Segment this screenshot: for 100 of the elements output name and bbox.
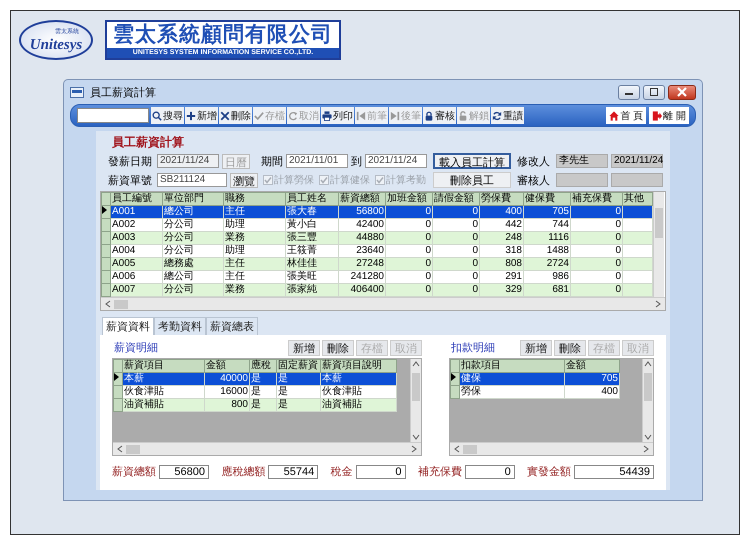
table-cell: 業務 bbox=[224, 232, 286, 244]
home-button[interactable]: 首 頁 bbox=[606, 107, 646, 124]
date-field[interactable]: 2021/11/01 bbox=[286, 154, 348, 168]
search-button[interactable]: 搜尋 bbox=[151, 107, 184, 124]
table-cell: 241280 bbox=[338, 270, 386, 284]
scroll-up-icon[interactable] bbox=[412, 361, 420, 367]
column-header[interactable]: 薪資總額 bbox=[338, 192, 386, 206]
maximize-icon bbox=[649, 88, 659, 96]
browse-button[interactable]: 瀏覽 bbox=[230, 172, 258, 188]
x-icon bbox=[220, 110, 230, 120]
table-cell: 0 bbox=[570, 258, 622, 270]
column-header[interactable]: 金額 bbox=[564, 360, 620, 372]
tab[interactable]: 薪資總表 bbox=[206, 317, 258, 335]
column-header[interactable]: 固定薪資 bbox=[276, 360, 320, 372]
column-header[interactable]: 加班金額 bbox=[386, 192, 432, 206]
date-field[interactable]: 2021/11/24 bbox=[365, 154, 427, 168]
salary-grid[interactable]: 薪資項目 金額 應稅 固定薪資 薪資項目說明 本薪 40000 是 是 本薪 伙食津貼 16000 是 是 伙食津貼 油資補貼 800 是 是 油資補貼 bbox=[112, 358, 422, 456]
table-cell: 張大春 bbox=[286, 206, 338, 218]
scroll-thumb[interactable] bbox=[114, 300, 128, 308]
table-cell: 張美旺 bbox=[286, 270, 338, 284]
table-cell: 業務 bbox=[224, 284, 286, 296]
checkbox[interactable] bbox=[375, 175, 385, 185]
exit-door-icon bbox=[652, 110, 662, 120]
table-cell: A004 bbox=[110, 244, 162, 258]
total-field: 54439 bbox=[574, 464, 654, 478]
table-cell: 291 bbox=[480, 270, 524, 284]
scroll-down-icon[interactable] bbox=[412, 434, 420, 440]
reload-button[interactable]: 重讀 bbox=[491, 107, 524, 124]
scroll-up-icon[interactable] bbox=[644, 361, 652, 367]
table-cell: 56800 bbox=[338, 206, 386, 218]
column-header[interactable]: 薪資項目 bbox=[122, 360, 204, 372]
scroll-left-icon[interactable] bbox=[105, 300, 111, 308]
vertical-scrollbar[interactable] bbox=[642, 359, 653, 442]
slip-number-field[interactable]: SB211124 bbox=[157, 173, 227, 187]
table-cell: 分公司 bbox=[162, 232, 224, 244]
scroll-left-icon[interactable] bbox=[117, 445, 123, 453]
horizontal-scrollbar[interactable] bbox=[113, 442, 421, 455]
table-cell: 油資補貼 bbox=[122, 398, 204, 412]
vertical-scrollbar[interactable] bbox=[653, 192, 664, 297]
lock-button[interactable]: 審核 bbox=[423, 107, 456, 124]
table-cell: 是 bbox=[276, 398, 320, 412]
table-cell: 808 bbox=[480, 258, 524, 270]
column-header[interactable]: 扣款項目 bbox=[460, 360, 564, 372]
date-field[interactable]: 2021/11/24 bbox=[157, 154, 219, 168]
close-button[interactable] bbox=[668, 84, 696, 100]
checkbox[interactable] bbox=[319, 175, 329, 185]
minimize-button[interactable] bbox=[618, 84, 640, 100]
exit-button[interactable]: 離 開 bbox=[649, 107, 689, 124]
scroll-right-icon[interactable] bbox=[655, 300, 661, 308]
table-cell: 744 bbox=[524, 218, 570, 232]
row-pointer-icon bbox=[114, 373, 119, 381]
column-header[interactable]: 其他 bbox=[622, 192, 652, 206]
print-button[interactable]: 列印 bbox=[321, 107, 354, 124]
employee-grid[interactable] bbox=[100, 191, 666, 311]
column-header[interactable]: 補充保費 bbox=[570, 192, 622, 206]
delete-button[interactable]: 刪除 bbox=[219, 107, 252, 124]
column-header[interactable]: 健保費 bbox=[524, 192, 570, 206]
checkbox[interactable] bbox=[263, 175, 273, 185]
column-header[interactable]: 職務 bbox=[224, 192, 286, 206]
scroll-left-icon[interactable] bbox=[454, 445, 460, 453]
column-header[interactable]: 金額 bbox=[204, 360, 250, 372]
field-label: 薪資單號 bbox=[108, 174, 153, 188]
scroll-thumb[interactable] bbox=[126, 444, 140, 454]
grid-action-button[interactable]: 新增 bbox=[288, 340, 320, 356]
horizontal-scrollbar[interactable] bbox=[450, 442, 653, 455]
tab[interactable]: 考勤資料 bbox=[154, 317, 206, 335]
column-header[interactable]: 請假金額 bbox=[432, 192, 480, 206]
table-cell: 油資補貼 bbox=[320, 398, 396, 412]
load-employees-button[interactable]: 載入員工計算 bbox=[433, 153, 511, 169]
table-cell: 主任 bbox=[224, 258, 286, 270]
maximize-button[interactable] bbox=[643, 84, 665, 100]
scroll-down-icon[interactable] bbox=[644, 434, 652, 440]
scroll-thumb[interactable] bbox=[463, 444, 477, 454]
table-cell: 0 bbox=[570, 270, 622, 284]
column-header[interactable]: 員工姓名 bbox=[286, 192, 338, 206]
column-header[interactable]: 員工編號 bbox=[110, 192, 162, 206]
table-cell: 張家純 bbox=[286, 284, 338, 296]
table-cell: 44880 bbox=[338, 232, 386, 244]
tab[interactable]: 薪資資料 bbox=[102, 317, 154, 335]
total-label: 稅金 bbox=[330, 465, 352, 479]
column-header[interactable]: 單位部門 bbox=[162, 192, 224, 206]
scroll-right-icon[interactable] bbox=[643, 445, 649, 453]
column-header[interactable]: 應稅 bbox=[250, 360, 276, 372]
scroll-right-icon[interactable] bbox=[411, 445, 417, 453]
grid-action-button[interactable]: 刪除 bbox=[322, 340, 354, 356]
modified-date-field: 2021/11/24 bbox=[611, 154, 663, 168]
grid-action-button[interactable]: 新增 bbox=[520, 340, 552, 356]
horizontal-scrollbar[interactable] bbox=[101, 297, 665, 310]
vertical-scrollbar[interactable] bbox=[410, 359, 421, 442]
field-label: 審核人 bbox=[517, 174, 551, 188]
add-button[interactable]: 新增 bbox=[185, 107, 218, 124]
deduction-grid[interactable]: 扣款項目 金額 健保 705 勞保 400 bbox=[449, 358, 654, 456]
total-field: 56800 bbox=[159, 464, 209, 478]
column-header[interactable]: 勞保費 bbox=[480, 192, 524, 206]
delete-employee-button[interactable]: 刪除員工 bbox=[433, 172, 511, 188]
table-cell: 是 bbox=[276, 372, 320, 386]
search-field[interactable] bbox=[77, 108, 149, 123]
grid-action-button[interactable]: 刪除 bbox=[554, 340, 586, 356]
column-header[interactable]: 薪資項目說明 bbox=[320, 360, 396, 372]
table-cell: 助理 bbox=[224, 244, 286, 258]
